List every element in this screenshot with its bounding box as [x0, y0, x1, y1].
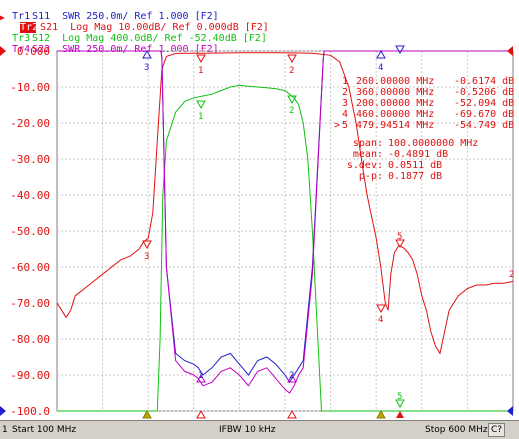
marker-3-tag: 3: [144, 252, 149, 262]
status-bar: 1 Start 100 MHz IFBW 10 kHz Stop 600 MHz…: [0, 420, 519, 439]
trace-header-tr3[interactable]: Tr3 S12 Log Mag 400.0dB/ Ref -52.40dB [F2…: [0, 22, 519, 44]
marker-row-5-num: 5: [342, 120, 348, 131]
start-frequency[interactable]: Start 100 MHz: [12, 425, 76, 435]
y-tick-label-4: -40.00: [10, 189, 50, 202]
marker-5-s11-triangle[interactable]: [395, 45, 405, 55]
y-tick-label-1: -10.00: [10, 81, 50, 94]
y-tick-label-2: -20.00: [10, 117, 50, 130]
stim-marker-3-icon: [142, 409, 152, 419]
marker-row-1-num: 1: [342, 76, 348, 87]
trace-line-tr4-s22: [57, 50, 513, 394]
stat-span-label: span:: [353, 138, 383, 149]
marker-1-s11-bottom-tag: 1: [198, 371, 203, 381]
marker-row-4-num: 4: [342, 109, 348, 120]
marker-2-s12-tag: 2: [289, 106, 294, 116]
marker-row-3-num: 3: [342, 98, 348, 109]
marker-1-s12-triangle[interactable]: [196, 100, 206, 110]
stim-marker-4-icon: [376, 409, 386, 419]
marker-row-2-val: -0.5206 dB: [454, 87, 514, 98]
marker-row-2-freq: 360.00000 MHz: [356, 87, 434, 98]
y-tick-label-9: -90.00: [10, 369, 50, 382]
trace-header-tr4[interactable]: Tr4 S22 SWR 250.0m/ Ref 1.000 [F2]: [0, 33, 519, 55]
trace-ref-right-tag: 2: [509, 270, 514, 280]
marker-5-tag: 5: [397, 232, 402, 242]
marker-row-5-prefix: >: [334, 120, 340, 131]
marker-readout: 1 260.00000 MHz -0.6174 dB 2 360.00000 M…: [334, 76, 514, 182]
marker-3-triangle[interactable]: [142, 240, 152, 250]
y-tick-label-6: -60.00: [10, 261, 50, 274]
marker-row-5-freq: 479.94514 MHz: [356, 120, 434, 131]
marker-row-3-val: -52.094 dB: [454, 98, 514, 109]
marker-1-s12-tag: 1: [198, 112, 203, 122]
marker-row-1-freq: 260.00000 MHz: [356, 76, 434, 87]
marker-5-s11-tag: 5: [397, 44, 402, 47]
plot-area[interactable]: 0.000 -10.00 -20.00 -30.00 -40.00 -50.00 -60.0…: [0, 44, 519, 420]
stim-marker-1-icon: [196, 409, 206, 419]
y-tick-label-7: -70.00: [10, 297, 50, 310]
marker-3-s11-tag: 3: [144, 63, 149, 73]
marker-4-s11-tag: 4: [378, 63, 383, 73]
marker-4-tag: 4: [378, 315, 383, 325]
ref-left-top-arrow-icon[interactable]: [0, 46, 6, 56]
marker-4-triangle[interactable]: [376, 304, 386, 314]
ref-right-bottom-arrow-icon[interactable]: [507, 406, 513, 416]
marker-3-s11-triangle[interactable]: [142, 49, 152, 59]
stat-mean-label: mean:: [353, 149, 383, 160]
ref-left-bottom-arrow-icon[interactable]: [0, 406, 6, 416]
y-tick-label-5: -50.00: [10, 225, 50, 238]
marker-row-4-freq: 460.00000 MHz: [356, 109, 434, 120]
if-bandwidth[interactable]: IFBW 10 kHz: [219, 425, 275, 435]
grid: [56, 50, 514, 412]
marker-4-s11-triangle[interactable]: [376, 49, 386, 59]
marker-5-s12-tag: 5: [397, 392, 402, 402]
marker-1-tag: 1: [198, 66, 203, 76]
cal-status-button[interactable]: C?: [488, 423, 505, 437]
marker-row-2-num: 2: [342, 87, 348, 98]
stat-pp-value: 0.1877 dB: [388, 171, 442, 182]
marker-2-s11-bottom-tag: 2: [289, 371, 294, 381]
stop-frequency[interactable]: Stop 600 MHz: [425, 425, 488, 435]
y-tick-label-10: -100.0: [10, 405, 50, 418]
marker-2-tag: 2: [289, 66, 294, 76]
stat-sdev-value: 0.0511 dB: [388, 160, 442, 171]
y-axis-labels: 0.000 -10.00 -20.00 -30.00 -40.00 -50.00 -60.0…: [10, 45, 50, 418]
stat-mean-value: -0.4891 dB: [388, 149, 448, 160]
trace-header-tr2[interactable]: ▶ Tr2 S21 Log Mag 10.00dB/ Ref 0.000dB [F2…: [0, 11, 519, 33]
marker-row-4-val: -69.670 dB: [454, 109, 514, 120]
y-tick-label-8: -80.00: [10, 333, 50, 346]
channel-number[interactable]: 1: [2, 425, 8, 435]
trace-header-tr1[interactable]: Tr1 S11 SWR 250.0m/ Ref 1.000 [F2]: [0, 0, 519, 22]
y-tick-label-3: -30.00: [10, 153, 50, 166]
marker-row-5-val: -54.749 dB: [454, 120, 514, 131]
marker-row-3-freq: 200.00000 MHz: [356, 98, 434, 109]
stimulus-marker-row[interactable]: [142, 409, 404, 419]
stim-marker-5-icon: [396, 411, 404, 418]
stat-sdev-label: s.dev:: [347, 160, 383, 171]
ref-right-top-arrow-icon[interactable]: [507, 46, 513, 56]
stim-marker-2-icon: [287, 409, 297, 419]
marker-2-triangle[interactable]: [287, 54, 297, 64]
stat-span-value: 100.0000000 MHz: [388, 138, 478, 149]
marker-row-1-val: -0.6174 dB: [454, 76, 514, 87]
stat-pp-label: p-p:: [359, 171, 383, 182]
y-tick-label-0: 0.000: [17, 45, 50, 58]
marker-1-triangle[interactable]: [196, 54, 206, 64]
